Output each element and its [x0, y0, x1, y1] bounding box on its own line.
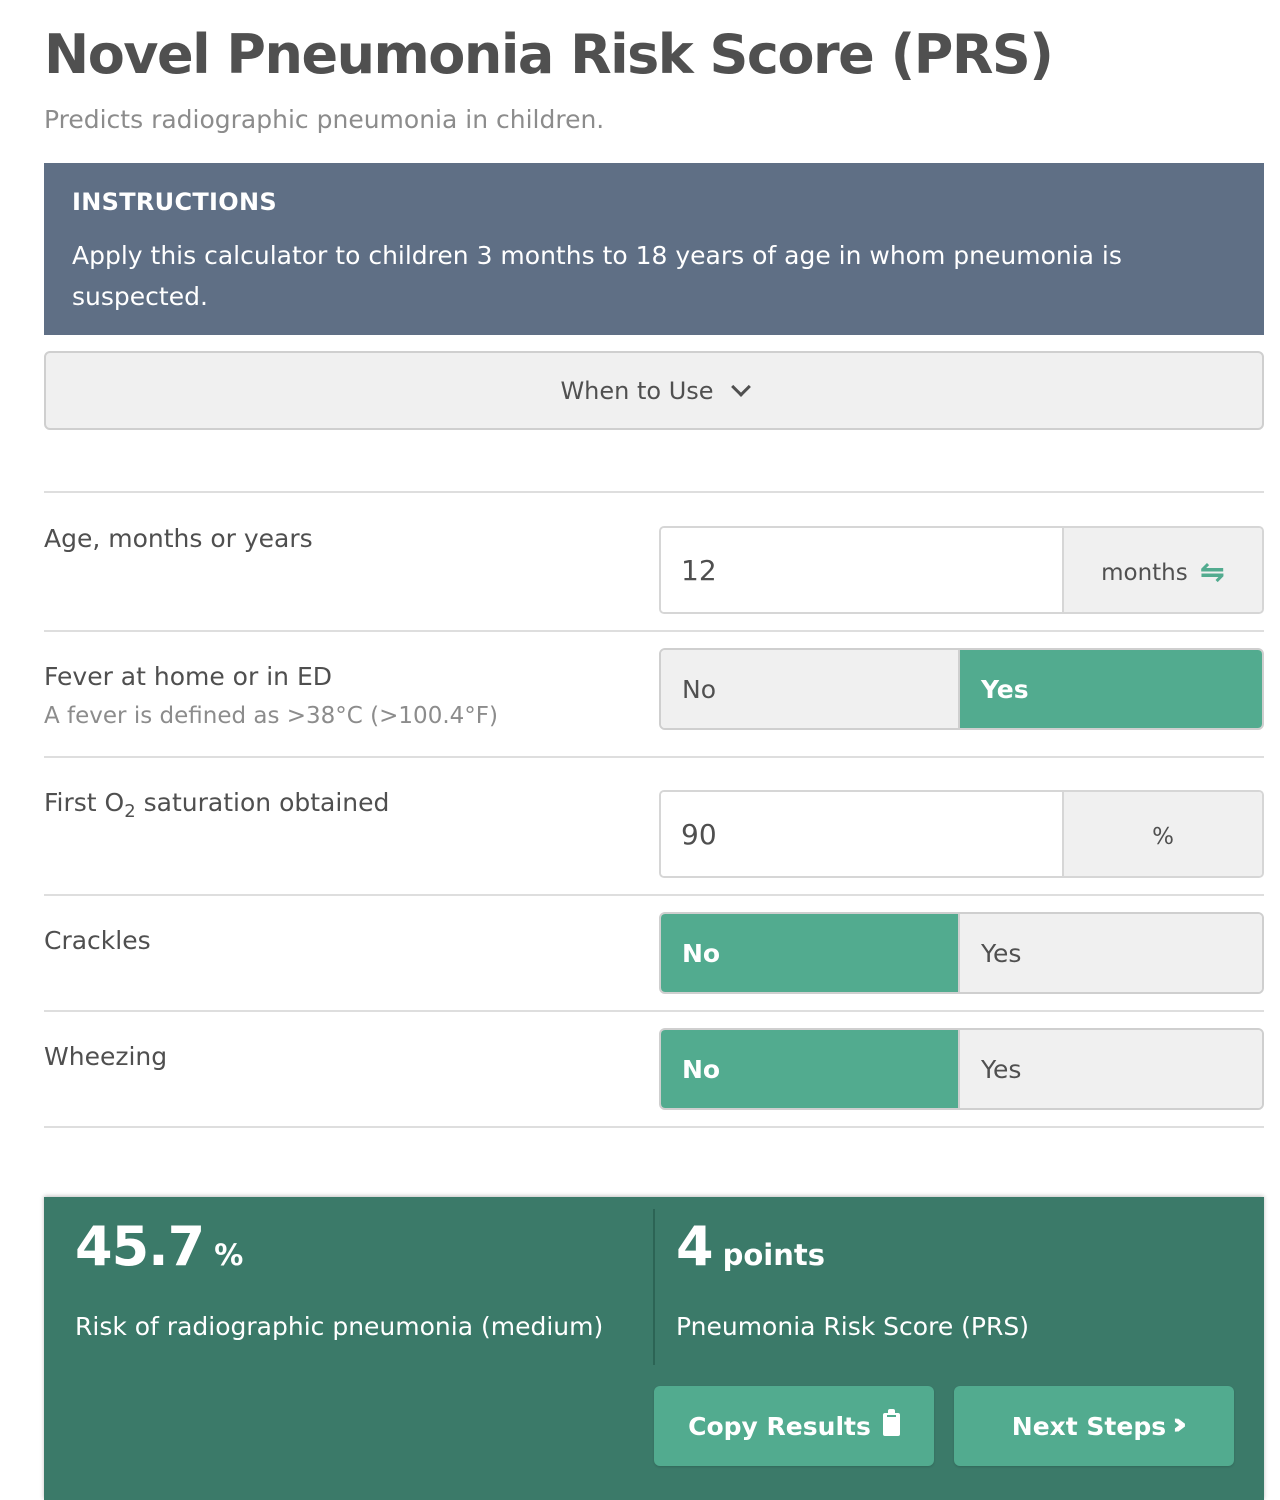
age-unit-label: months — [1101, 560, 1188, 586]
instructions-panel: INSTRUCTIONS Apply this calculator to ch… — [44, 163, 1264, 335]
chevron-down-icon — [730, 376, 751, 397]
next-steps-button[interactable]: Next Steps ››› — [954, 1386, 1234, 1466]
crackles-label: Crackles — [44, 926, 151, 955]
page-subtitle: Predicts radiographic pneumonia in child… — [44, 105, 605, 134]
divider — [44, 1010, 1264, 1012]
o2-label-prefix: First O — [44, 788, 125, 817]
divider — [44, 894, 1264, 896]
divider — [44, 1126, 1264, 1128]
o2-unit: % — [1064, 792, 1262, 876]
score-unit: points — [722, 1238, 825, 1272]
o2-input-group: % — [659, 790, 1264, 878]
score-result: 4 points — [676, 1215, 825, 1278]
o2-saturation-label: First O2 saturation obtained — [44, 786, 389, 829]
wheezing-toggle: No Yes — [659, 1028, 1264, 1110]
risk-label: Risk of radiographic pneumonia (medium) — [75, 1312, 604, 1341]
next-steps-label: Next Steps — [1011, 1411, 1167, 1441]
triple-chevron-right-icon: ››› — [1172, 1406, 1187, 1442]
instructions-text: Apply this calculator to children 3 mont… — [72, 241, 1122, 311]
copy-results-button[interactable]: Copy Results — [654, 1386, 934, 1466]
age-input[interactable] — [661, 528, 1064, 612]
score-value: 4 — [676, 1215, 714, 1278]
o2-unit-label: % — [1152, 824, 1174, 850]
divider — [44, 491, 1264, 493]
fever-option-yes[interactable]: Yes — [960, 650, 1262, 728]
crackles-option-no[interactable]: No — [661, 914, 960, 992]
fever-option-no[interactable]: No — [661, 650, 960, 728]
score-label: Pneumonia Risk Score (PRS) — [676, 1312, 1029, 1341]
wheezing-label: Wheezing — [44, 1042, 168, 1071]
risk-result: 45.7% — [75, 1215, 243, 1278]
o2-label-suffix: saturation obtained — [135, 788, 390, 817]
crackles-option-yes[interactable]: Yes — [960, 914, 1262, 992]
o2-saturation-input[interactable] — [661, 792, 1064, 876]
page-title: Novel Pneumonia Risk Score (PRS) — [44, 23, 1054, 86]
wheezing-option-yes[interactable]: Yes — [960, 1030, 1262, 1108]
results-divider — [653, 1209, 655, 1365]
crackles-toggle: No Yes — [659, 912, 1264, 994]
age-unit-toggle[interactable]: months ⇋ — [1064, 528, 1262, 612]
fever-toggle: No Yes — [659, 648, 1264, 730]
risk-unit: % — [214, 1238, 244, 1272]
fever-hint: A fever is defined as >38°C (>100.4°F) — [44, 703, 498, 729]
age-label: Age, months or years — [44, 524, 313, 553]
instructions-heading: INSTRUCTIONS — [72, 188, 277, 216]
copy-results-label: Copy Results — [688, 1411, 871, 1441]
wheezing-option-no[interactable]: No — [661, 1030, 960, 1108]
divider — [44, 756, 1264, 758]
results-panel: 45.7% Risk of radiographic pneumonia (me… — [44, 1197, 1264, 1500]
o2-label-subscript: 2 — [124, 801, 136, 822]
divider — [44, 630, 1264, 632]
age-input-group: months ⇋ — [659, 526, 1264, 614]
when-to-use-label: When to Use — [560, 376, 714, 405]
clipboard-icon — [882, 1408, 900, 1436]
swap-arrows-icon: ⇋ — [1199, 555, 1225, 590]
fever-label: Fever at home or in ED — [44, 662, 332, 691]
risk-value: 45.7 — [75, 1215, 205, 1278]
when-to-use-button[interactable]: When to Use — [44, 351, 1264, 430]
